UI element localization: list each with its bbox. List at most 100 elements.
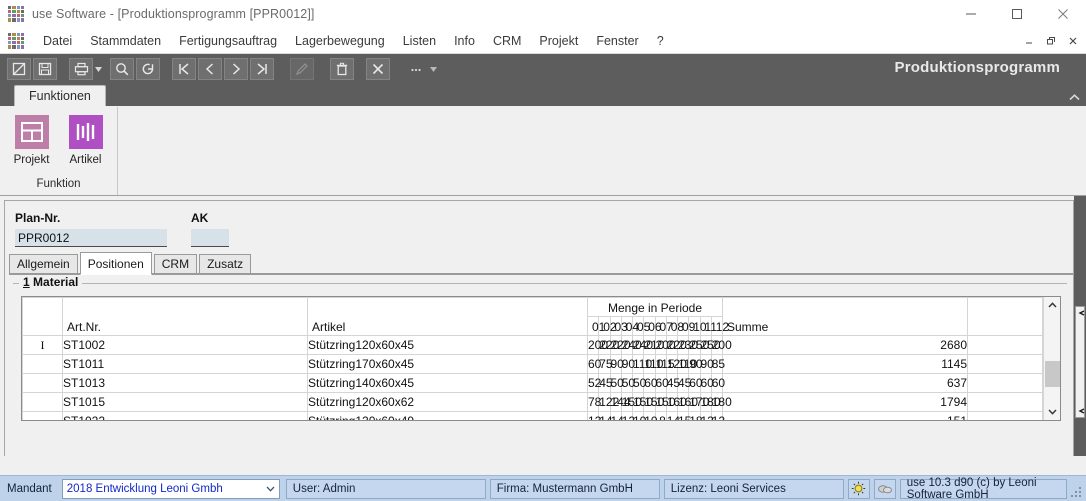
menu-item-projekt[interactable]: Projekt <box>530 31 587 51</box>
cell-period-04[interactable]: 150 <box>620 392 642 412</box>
new-record-icon[interactable] <box>7 58 31 80</box>
print-icon[interactable] <box>69 58 93 80</box>
cell-period-07[interactable]: 60 <box>654 373 669 393</box>
cell-period-12[interactable]: 85 <box>710 354 725 374</box>
row-indicator-cell[interactable] <box>22 411 63 420</box>
cell-period-02[interactable]: 45 <box>598 373 613 393</box>
cell-period-11[interactable]: 60 <box>699 373 714 393</box>
minimize-button[interactable] <box>948 0 994 28</box>
cell-period-05[interactable]: 110 <box>631 354 652 374</box>
cell-period-08[interactable]: 220 <box>665 335 687 355</box>
ak-input[interactable] <box>191 229 229 247</box>
first-record-icon[interactable] <box>172 58 196 80</box>
row-indicator-cell[interactable] <box>22 373 63 393</box>
cell-period-12[interactable]: 12 <box>710 411 725 420</box>
cell-art-nr[interactable]: ST1011 <box>62 354 308 374</box>
menu-item-help[interactable]: ? <box>648 31 673 51</box>
mdi-minimize-button[interactable] <box>1018 30 1040 52</box>
cell-period-04[interactable]: 12 <box>620 411 635 420</box>
cancel-icon[interactable] <box>366 58 390 80</box>
cell-period-08[interactable]: 45 <box>665 373 680 393</box>
menu-item-fertigungsauftrag[interactable]: Fertigungsauftrag <box>170 31 286 51</box>
pane-vertical-scrollbar[interactable] <box>1074 196 1086 456</box>
mdi-restore-button[interactable] <box>1040 30 1062 52</box>
maximize-button[interactable] <box>994 0 1040 28</box>
delete-icon[interactable] <box>330 58 354 80</box>
row-indicator-cell[interactable] <box>22 392 63 412</box>
pane-scroll-thumb[interactable] <box>1075 306 1085 418</box>
cell-period-03[interactable]: 14 <box>609 411 624 420</box>
resize-grip-icon[interactable] <box>1069 479 1083 499</box>
cell-art-nr[interactable]: ST1002 <box>62 335 308 355</box>
cell-period-11[interactable]: 90 <box>699 354 714 374</box>
table-row[interactable]: ST1013 Stützring140x60x45 52 45 50 50 50 60 60 45… <box>22 373 1043 393</box>
plan-nr-input[interactable] <box>15 229 167 247</box>
previous-record-icon[interactable] <box>198 58 222 80</box>
table-row[interactable]: ST1015 Stützring120x60x62 78 122 144 150 150 15… <box>22 392 1043 412</box>
cell-period-07[interactable]: 150 <box>654 392 676 412</box>
table-row[interactable]: ST1011 Stützring170x60x45 60 75 90 90 110 110 11… <box>22 354 1043 374</box>
cell-period-05[interactable]: 50 <box>631 373 646 393</box>
more-options-icon[interactable] <box>404 58 428 80</box>
cell-period-11[interactable]: 250 <box>699 335 721 355</box>
tab-allgemein[interactable]: Allgemein <box>9 254 78 274</box>
mandant-select[interactable]: 2018 Entwicklung Leoni Gmbh <box>61 478 280 499</box>
cell-period-07[interactable]: 115 <box>654 354 675 374</box>
cell-artikel[interactable]: Stützring120x60x45 <box>307 335 588 355</box>
cell-period-05[interactable]: 240 <box>631 335 653 355</box>
menu-item-fenster[interactable]: Fenster <box>587 31 647 51</box>
cell-period-03[interactable]: 90 <box>609 354 624 374</box>
grid-scroll-thumb[interactable] <box>1044 361 1060 387</box>
menu-item-crm[interactable]: CRM <box>484 31 530 51</box>
menu-item-info[interactable]: Info <box>445 31 484 51</box>
cell-artikel[interactable]: Stützring170x60x45 <box>307 354 588 374</box>
table-row[interactable]: ST1022Stützring120x60x491214141210108141… <box>22 411 1043 420</box>
cell-period-01[interactable]: 78 <box>586 392 601 412</box>
cell-period-12[interactable]: 200 <box>710 335 732 355</box>
chevron-down-icon[interactable] <box>266 484 275 494</box>
cell-period-04[interactable]: 240 <box>620 335 642 355</box>
cell-artikel[interactable]: Stützring140x60x45 <box>307 373 588 393</box>
menu-item-lagerbewegung[interactable]: Lagerbewegung <box>286 31 394 51</box>
cell-period-05[interactable]: 150 <box>631 392 653 412</box>
cell-period-09[interactable]: 110 <box>676 354 697 374</box>
grid-scroll-track[interactable] <box>1044 313 1061 404</box>
menu-item-stammdaten[interactable]: Stammdaten <box>81 31 170 51</box>
cell-period-08[interactable]: 160 <box>665 392 687 412</box>
cell-period-09[interactable]: 45 <box>676 373 691 393</box>
cell-period-03[interactable]: 144 <box>609 392 631 412</box>
cell-period-04[interactable]: 90 <box>620 354 635 374</box>
next-record-icon[interactable] <box>224 58 248 80</box>
cell-period-03[interactable]: 220 <box>609 335 631 355</box>
cell-period-06[interactable]: 60 <box>643 373 658 393</box>
cell-period-06[interactable]: 210 <box>643 335 664 355</box>
mdi-close-button[interactable] <box>1062 30 1084 52</box>
cell-period-09[interactable]: 15 <box>676 411 691 420</box>
cell-period-11[interactable]: 12 <box>699 411 714 420</box>
cell-period-01[interactable]: 200 <box>586 335 608 355</box>
cell-period-12[interactable]: 60 <box>710 373 725 393</box>
cell-period-10[interactable]: 170 <box>688 392 709 412</box>
grid-scroll-down-icon[interactable] <box>1044 404 1061 420</box>
cell-period-09[interactable]: 160 <box>676 392 698 412</box>
search-icon[interactable] <box>110 58 134 80</box>
chain-link-icon[interactable] <box>873 478 896 499</box>
cell-period-09[interactable]: 230 <box>676 335 698 355</box>
cell-period-07[interactable]: 200 <box>654 335 676 355</box>
cell-period-02[interactable]: 14 <box>598 411 613 420</box>
cell-period-03[interactable]: 50 <box>609 373 624 393</box>
cell-period-06[interactable]: 10 <box>643 411 658 420</box>
cell-period-12[interactable]: 180 <box>710 392 732 412</box>
cell-period-06[interactable]: 150 <box>643 392 664 412</box>
tab-positionen[interactable]: Positionen <box>79 252 152 275</box>
cell-artikel[interactable]: Stützring120x60x49 <box>307 411 588 420</box>
cell-period-10[interactable]: 60 <box>688 373 703 393</box>
cell-period-08[interactable]: 120 <box>665 354 687 374</box>
cell-period-04[interactable]: 50 <box>620 373 635 393</box>
lightbulb-icon[interactable] <box>847 478 870 499</box>
save-icon[interactable] <box>33 58 57 80</box>
row-indicator-cell[interactable]: I <box>22 335 63 355</box>
cell-period-05[interactable]: 10 <box>631 411 646 420</box>
cell-art-nr[interactable]: ST1022 <box>62 411 308 420</box>
cell-period-11[interactable]: 180 <box>699 392 721 412</box>
